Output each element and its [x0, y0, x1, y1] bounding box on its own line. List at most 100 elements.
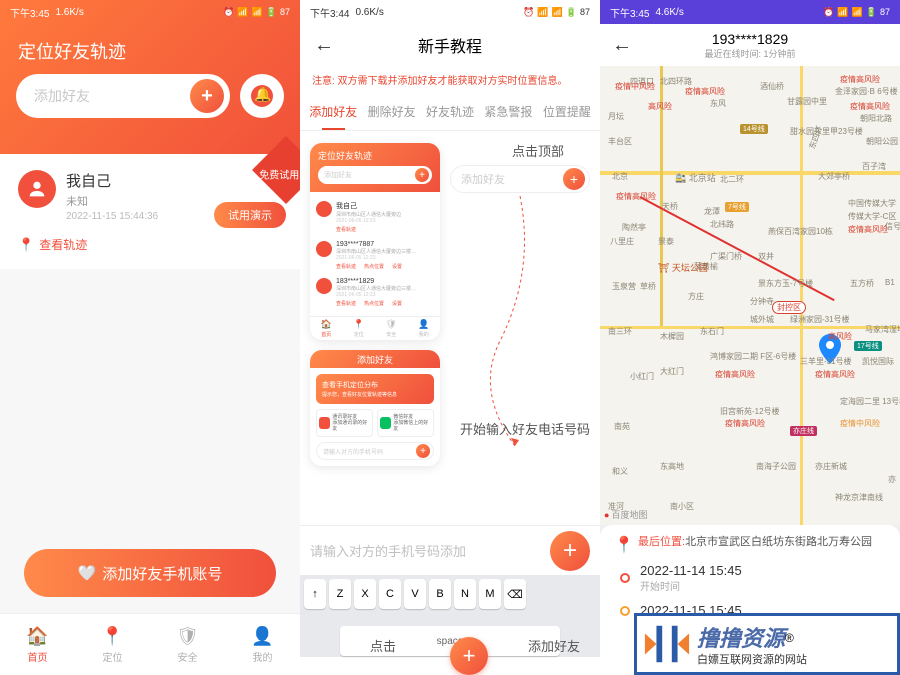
risk-label: 疫情高风险	[685, 86, 725, 97]
kbd-plus-button[interactable]: +	[450, 637, 488, 675]
key-c[interactable]: C	[379, 579, 401, 609]
map-label: 陶然亭	[622, 222, 646, 233]
back-button[interactable]: ←	[612, 34, 632, 57]
back-button[interactable]: ←	[314, 34, 334, 57]
risk-label: 高风险	[648, 101, 672, 112]
pin-icon: 📍	[614, 535, 632, 553]
map-label: 14号线	[740, 124, 768, 134]
avatar[interactable]	[18, 170, 56, 208]
view-track-link[interactable]: 📍 查看轨迹	[18, 236, 282, 253]
logo-icon	[643, 620, 691, 668]
key-n[interactable]: N	[454, 579, 476, 609]
start-time-row: 2022-11-14 15:45开始时间	[614, 563, 886, 593]
header-gradient: 下午3:451.6K/s ⏰📶📶🔋87 定位好友轨迹 添加好友 +	[0, 0, 300, 180]
map-label: 分钟寺	[750, 296, 774, 307]
wifi-icon: 📶	[552, 7, 563, 18]
risk-label: 疫情高风险	[616, 191, 656, 202]
tab-bar: 🏠首页 📍定位 🛡安全 👤我的	[0, 613, 300, 675]
tab-home[interactable]: 🏠首页	[0, 614, 75, 675]
map-label: 三羊里-31号楼	[800, 356, 852, 367]
step-label-input: 开始输入好友电话号码	[460, 419, 590, 438]
add-button[interactable]: +	[550, 531, 590, 571]
screen-map: 下午3:454.6K/s ⏰📶📶🔋87 ← 193****1829 最近在线时间…	[600, 0, 900, 675]
risk-label: 高风险	[828, 331, 852, 342]
tab-safety[interactable]: 🛡安全	[150, 614, 225, 675]
title-bar: ← 193****1829 最近在线时间: 1分钟前	[600, 24, 900, 66]
status-time: 下午3:45	[610, 5, 649, 20]
map-label: 马家湾湿地	[865, 324, 900, 335]
tab-me[interactable]: 👤我的	[225, 614, 300, 675]
map-view[interactable]: ●百度地图 丰台区八里庄小红门玉泉营草桥方庄木樨园大红门南苑东高地南小区和义准河…	[600, 66, 900, 525]
tab-locate[interactable]: 📍定位	[75, 614, 150, 675]
watermark: 撸撸资源® 白嫖互联网资源的网站	[634, 613, 900, 675]
status-bar: 下午3:451.6K/s ⏰📶📶🔋87	[0, 0, 300, 24]
signal-icon: 📶	[237, 7, 248, 18]
search-placeholder: 添加好友	[34, 86, 90, 106]
map-label: 双井	[758, 251, 774, 262]
map-label: 和义	[612, 466, 628, 477]
key-v[interactable]: V	[404, 579, 426, 609]
tab-friend-track[interactable]: 好友轨迹	[421, 93, 479, 130]
add-friend-search[interactable]: 添加好友 +	[16, 74, 230, 118]
alarm-icon: ⏰	[223, 7, 234, 18]
status-bar: 下午3:454.6K/s ⏰📶📶🔋87	[600, 0, 900, 24]
notification-button[interactable]	[240, 74, 284, 118]
phone-input[interactable]: 请输入对方的手机号码添加	[310, 541, 542, 560]
add-friend-phone-button[interactable]: 🤍 添加好友手机账号	[24, 549, 276, 597]
alarm-icon: ⏰	[523, 7, 534, 18]
map-label: 龙潭	[704, 206, 720, 217]
mini-preview-home: 定位好友轨迹 添加好友+ 我自己深圳市南山区人通信大厦旁边2021-06-05 …	[310, 143, 440, 340]
key-backspace[interactable]: ⌫	[504, 579, 526, 609]
last-loc-label: 最后位置:	[638, 536, 685, 548]
page-title: 193****1829	[712, 31, 788, 47]
user-name: 我自己	[66, 170, 282, 191]
status-time: 下午3:44	[310, 5, 349, 20]
key-m[interactable]: M	[479, 579, 501, 609]
tab-location-remind[interactable]: 位置提醒	[538, 93, 596, 130]
map-label: 甘露园中里	[787, 96, 827, 107]
key-x[interactable]: X	[354, 579, 376, 609]
alarm-icon: ⏰	[823, 7, 834, 18]
map-label: 甜水园东里甲23号楼	[790, 126, 863, 137]
map-label: 封控区	[772, 301, 806, 314]
map-label: 神龙京津南线	[835, 492, 883, 503]
mini-search: 添加好友+	[318, 166, 432, 184]
plus-icon: +	[416, 444, 430, 458]
map-label: ⛩ 天坛公园	[658, 261, 708, 274]
plus-icon[interactable]: +	[190, 79, 224, 113]
user-card: 免费试用 我自己 未知 2022-11-15 15:44:36 试用演示 📍 查…	[0, 154, 300, 269]
screen-home: 下午3:451.6K/s ⏰📶📶🔋87 定位好友轨迹 添加好友 + 免费试用 我…	[0, 0, 300, 675]
status-speed: 1.6K/s	[55, 7, 83, 18]
map-label: B1	[885, 278, 895, 287]
risk-label: 疫情中风险	[840, 418, 880, 429]
map-label: 朝阳公园	[866, 136, 898, 147]
map-label: 绿洲家园-31号楼	[790, 314, 850, 325]
key-b[interactable]: B	[429, 579, 451, 609]
user-icon: 👤	[252, 625, 274, 647]
bell-icon	[251, 85, 273, 107]
tab-add-friend[interactable]: 添加好友	[304, 93, 362, 130]
pin-icon: 📍	[102, 625, 124, 647]
demo-button[interactable]: 试用演示	[214, 202, 286, 228]
tutorial-tabs: 添加好友 删除好友 好友轨迹 紧急警报 位置提醒	[300, 93, 600, 131]
map-label: 城外城	[750, 314, 774, 325]
map-label: 亦	[888, 474, 896, 485]
key-z[interactable]: Z	[329, 579, 351, 609]
tab-delete-friend[interactable]: 删除好友	[362, 93, 420, 130]
key-shift[interactable]: ↑	[304, 579, 326, 609]
signal-icon: 📶	[837, 7, 848, 18]
dot-icon	[620, 606, 630, 616]
map-label: 旧宫新苑-12号楼	[720, 406, 780, 417]
last-online: 最近在线时间: 1分钟前	[704, 47, 795, 60]
map-label: 东风	[710, 98, 726, 109]
screen-tutorial: 下午3:440.6K/s ⏰📶📶🔋87 ← 新手教程 注意: 双方需下载并添加好…	[300, 0, 600, 675]
tab-alarm[interactable]: 紧急警报	[479, 93, 537, 130]
map-label: 凯悦国际	[862, 356, 894, 367]
signal-icon: 📶	[537, 7, 548, 18]
wifi-icon: 📶	[852, 7, 863, 18]
map-label: 大郊亭桥	[818, 171, 850, 182]
last-loc-value: 北京市宣武区白纸坊东街路北万寿公园	[685, 536, 872, 548]
pin-icon: 📍	[18, 237, 34, 253]
kbd-add-label: 添加好友	[528, 636, 580, 655]
notice-text: 注意: 双方需下载并添加好友才能获取对方实时位置信息。	[300, 66, 600, 93]
